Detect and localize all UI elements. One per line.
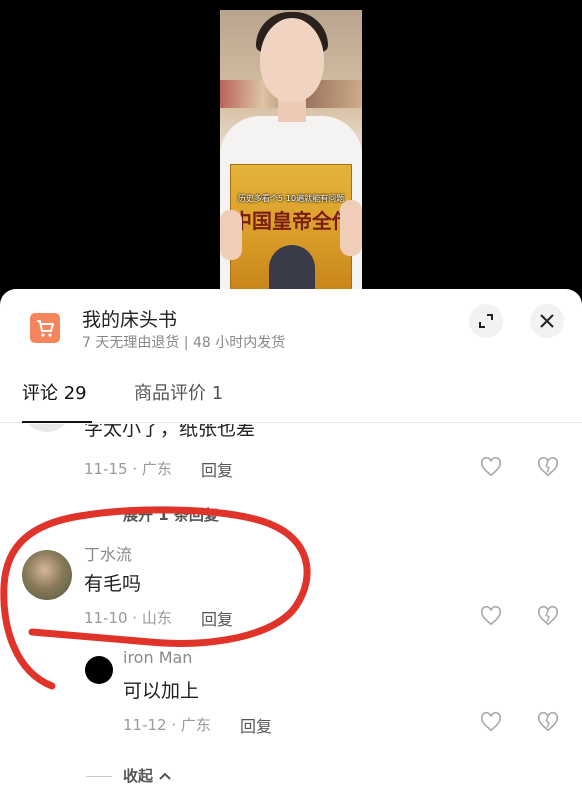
video-person-face xyxy=(260,18,324,102)
heart-icon[interactable] xyxy=(480,711,502,733)
avatar[interactable] xyxy=(85,656,113,684)
comments-sheet: 我的床头书 7 天无理由退货 | 48 小时内发货 评论 29 商品评价 1 字… xyxy=(0,289,582,800)
reply-username[interactable]: iron Man xyxy=(123,648,192,667)
tab-comments[interactable]: 评论 29 xyxy=(22,379,87,405)
heart-icon[interactable] xyxy=(480,456,502,478)
comment-list[interactable]: 字太小了，纸张也差 11-15 · 广东 回复 展开 1 条回复 丁水流 有毛吗… xyxy=(0,424,582,800)
video-book-portrait xyxy=(269,245,315,290)
video-subtitle: 历史多看个5-10遍就能有问题 xyxy=(237,194,345,203)
collapse-label: 收起 xyxy=(123,767,154,785)
collapse-divider xyxy=(86,776,112,777)
expand-replies-button[interactable]: 展开 1 条回复 xyxy=(123,504,238,525)
comment-text: 字太小了，纸张也差 xyxy=(84,424,256,440)
comment-text: 有毛吗 xyxy=(84,573,142,595)
tab-bar: 评论 29 商品评价 1 xyxy=(0,367,582,423)
expand-button[interactable] xyxy=(469,304,503,338)
heart-icon[interactable] xyxy=(480,605,502,627)
broken-heart-icon[interactable] xyxy=(537,605,559,627)
reply-meta: 11-12 · 广东 xyxy=(123,716,211,734)
reply-button[interactable]: 回复 xyxy=(201,457,233,481)
tab-reviews[interactable]: 商品评价 1 xyxy=(134,379,223,405)
video-player[interactable]: 中国皇帝全传 xyxy=(220,10,362,290)
cart-icon[interactable] xyxy=(30,313,60,343)
comment-username[interactable]: 丁水流 xyxy=(84,541,132,565)
expand-replies-label: 展开 1 条回复 xyxy=(123,506,219,524)
chevron-down-icon xyxy=(225,511,237,519)
video-book-title: 中国皇帝全传 xyxy=(232,209,352,233)
close-button[interactable] xyxy=(530,304,564,338)
video-book: 中国皇帝全传 xyxy=(230,164,352,290)
broken-heart-icon[interactable] xyxy=(537,711,559,733)
reply-button[interactable]: 回复 xyxy=(201,606,233,630)
comment-meta: 11-10 · 山东 xyxy=(84,609,172,627)
collapse-replies-button[interactable]: 收起 xyxy=(123,765,172,786)
video-hand-left xyxy=(220,210,242,260)
expand-icon xyxy=(479,314,493,328)
tab-active-indicator xyxy=(22,421,92,423)
avatar[interactable] xyxy=(22,424,72,432)
reply-text: 可以加上 xyxy=(123,680,200,702)
shop-title[interactable]: 我的床头书 xyxy=(82,305,177,332)
video-hand-right xyxy=(340,200,362,256)
comment-meta: 11-15 · 广东 xyxy=(84,460,172,478)
avatar[interactable] xyxy=(22,550,72,600)
broken-heart-icon[interactable] xyxy=(537,456,559,478)
reply-button[interactable]: 回复 xyxy=(240,713,272,737)
close-icon xyxy=(540,314,554,328)
chevron-up-icon xyxy=(159,772,171,780)
shop-header[interactable]: 我的床头书 7 天无理由退货 | 48 小时内发货 xyxy=(0,289,582,361)
shop-subtitle: 7 天无理由退货 | 48 小时内发货 xyxy=(82,335,286,351)
